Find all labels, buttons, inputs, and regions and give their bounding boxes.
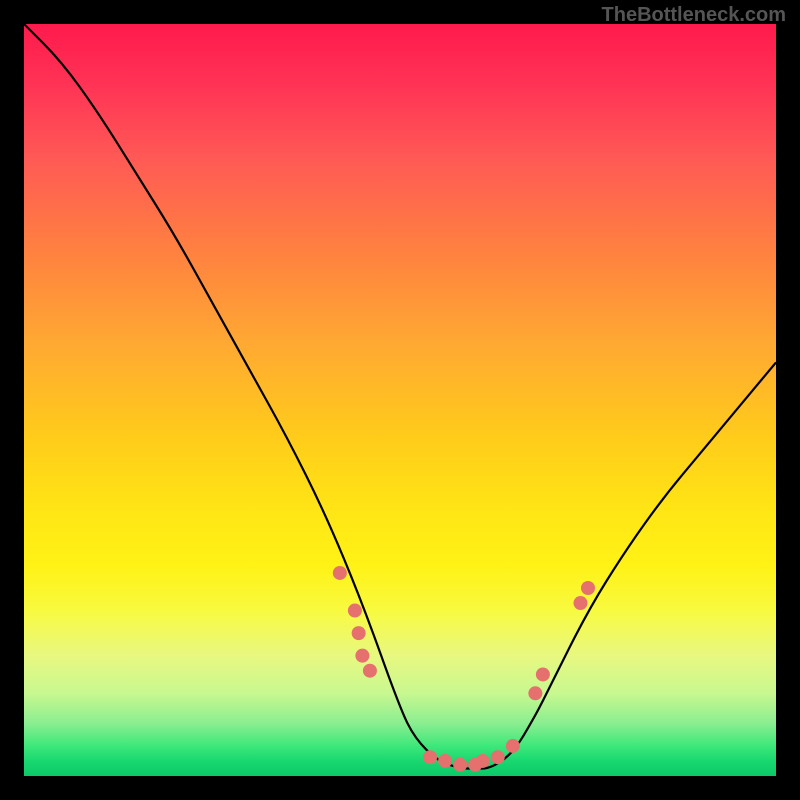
watermark-text: TheBottleneck.com — [602, 4, 786, 27]
scatter-dot — [423, 750, 437, 764]
scatter-dots — [333, 566, 595, 772]
chart-svg — [24, 24, 776, 776]
scatter-dot — [333, 566, 347, 580]
scatter-dot — [506, 739, 520, 753]
scatter-dot — [355, 649, 369, 663]
scatter-dot — [528, 686, 542, 700]
scatter-dot — [438, 754, 452, 768]
scatter-dot — [363, 664, 377, 678]
scatter-dot — [453, 758, 467, 772]
scatter-dot — [581, 581, 595, 595]
scatter-dot — [476, 754, 490, 768]
scatter-dot — [536, 667, 550, 681]
chart-plot-area — [24, 24, 776, 776]
bottleneck-curve — [24, 24, 776, 768]
scatter-dot — [352, 626, 366, 640]
scatter-dot — [348, 604, 362, 618]
scatter-dot — [491, 750, 505, 764]
scatter-dot — [573, 596, 587, 610]
